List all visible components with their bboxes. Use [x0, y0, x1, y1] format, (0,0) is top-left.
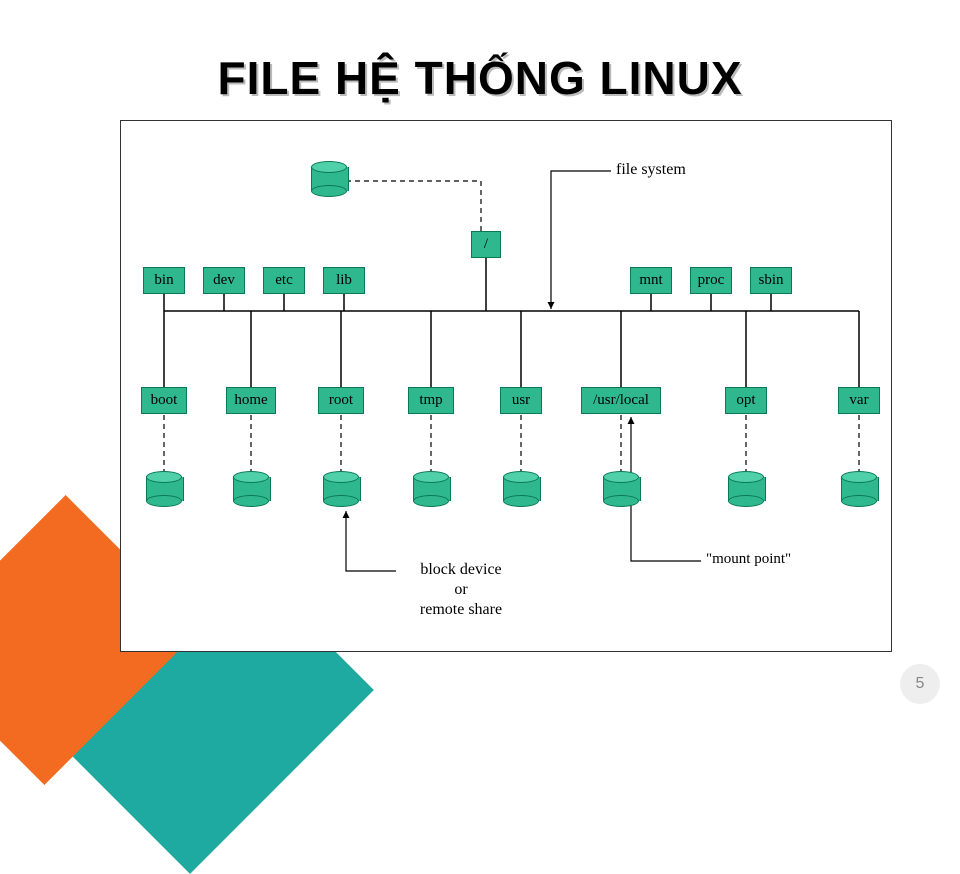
- cylinder-icon-root: [323, 471, 359, 507]
- node-bin: bin: [143, 267, 185, 294]
- node-sbin: sbin: [750, 267, 792, 294]
- node-etc: etc: [263, 267, 305, 294]
- page-number: 5: [900, 664, 940, 704]
- cylinder-icon-home: [233, 471, 269, 507]
- slide-title: FILE HỆ THỐNG LINUX: [0, 51, 960, 105]
- label-block-device-2: or: [401, 581, 521, 599]
- cylinder-icon-usr: [503, 471, 539, 507]
- node-proc: proc: [690, 267, 732, 294]
- cylinder-icon-root: [311, 161, 347, 197]
- cylinder-icon-tmp: [413, 471, 449, 507]
- node-opt: opt: [725, 387, 767, 414]
- node-lib: lib: [323, 267, 365, 294]
- cylinder-icon-opt: [728, 471, 764, 507]
- node-mnt: mnt: [630, 267, 672, 294]
- label-file-system: file system: [616, 161, 686, 179]
- node-root-dir: root: [318, 387, 364, 414]
- label-block-device-3: remote share: [401, 601, 521, 619]
- node-usr-local: /usr/local: [581, 387, 661, 414]
- label-block-device-1: block device: [401, 561, 521, 579]
- node-var: var: [838, 387, 880, 414]
- label-mount-point: "mount point": [706, 551, 791, 568]
- node-root: /: [471, 231, 501, 258]
- node-boot: boot: [141, 387, 187, 414]
- cylinder-icon-var: [841, 471, 877, 507]
- node-tmp: tmp: [408, 387, 454, 414]
- node-dev: dev: [203, 267, 245, 294]
- node-home: home: [226, 387, 276, 414]
- diagram-frame: / bin dev etc lib mnt proc sbin boot hom…: [120, 120, 892, 652]
- node-usr: usr: [500, 387, 542, 414]
- cylinder-icon-boot: [146, 471, 182, 507]
- cylinder-icon-usr-local: [603, 471, 639, 507]
